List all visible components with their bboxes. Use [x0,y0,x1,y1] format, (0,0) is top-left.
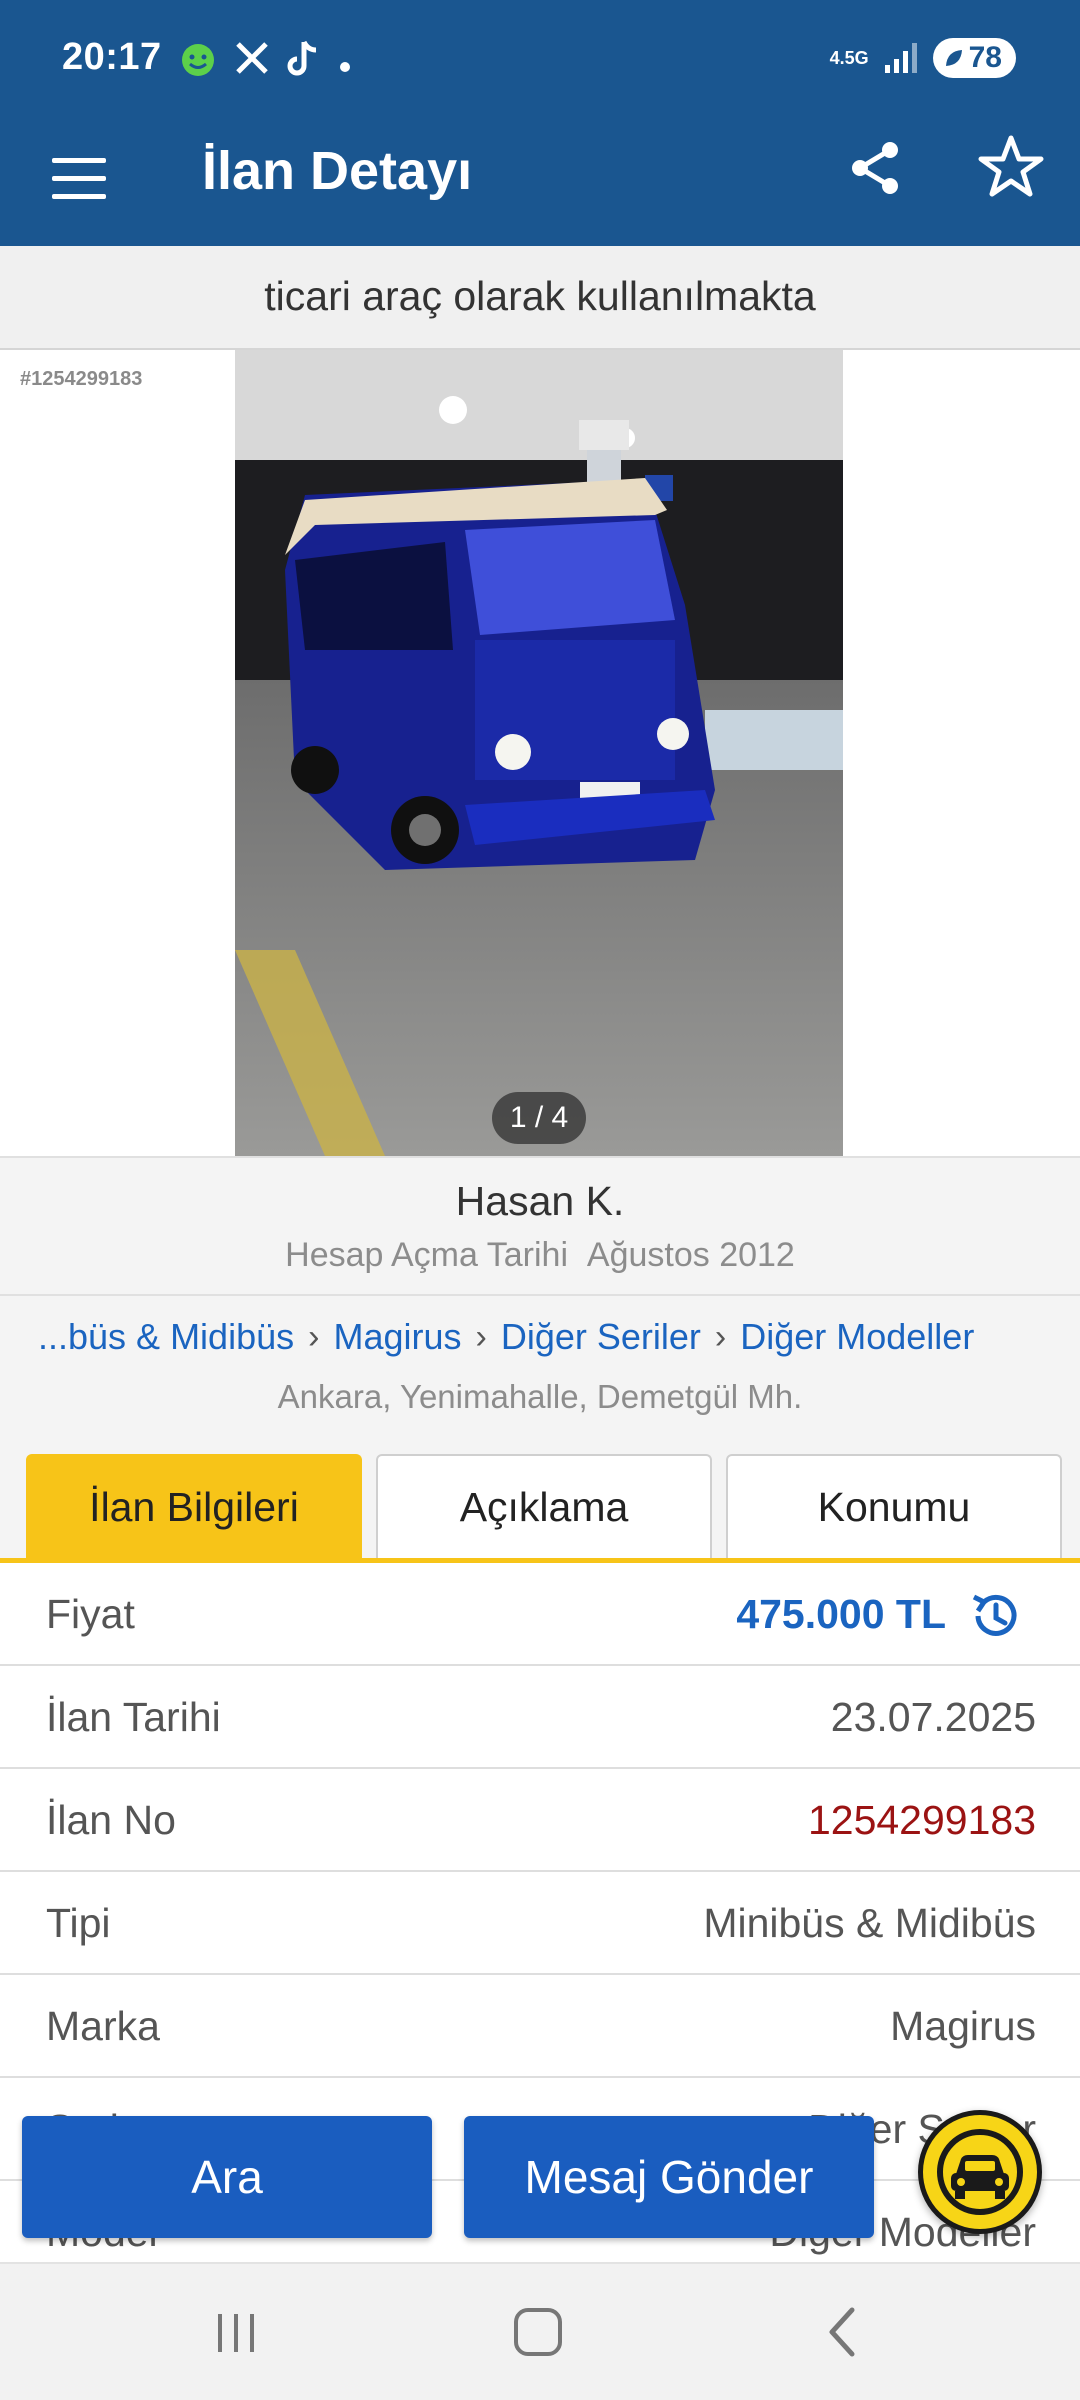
leaf-icon [945,50,962,66]
x-logo-icon [234,40,270,85]
breadcrumb-item-type[interactable]: ...büs & Midibüs [38,1316,294,1358]
price-value: 475.000 TL [736,1591,946,1637]
tab-listing-info[interactable]: İlan Bilgileri [26,1454,362,1560]
breadcrumb-row: ...büs & Midibüs › Magirus › Diğer Seril… [38,1316,974,1358]
info-value: Magirus [890,2003,1036,2049]
info-label: İlan Tarihi [46,1694,221,1740]
recent-apps-icon[interactable] [214,2310,258,2354]
info-label: Marka [46,2003,160,2049]
hamburger-menu-icon[interactable] [52,150,108,206]
status-bar: 20:17 4.5G 78 [0,0,1080,120]
happy-face-icon [178,38,218,87]
info-label: Tipi [46,1900,111,1946]
notification-icons [178,38,352,87]
seller-since-value: Ağustos 2012 [586,1236,795,1274]
toolbar: İlan Detayı [0,120,1080,246]
tab-description[interactable]: Açıklama [376,1454,712,1560]
photo-gallery[interactable]: #1254299183 1 / 4 [0,350,1080,1156]
photo-counter: 1 / 4 [492,1092,586,1144]
favorite-star-icon[interactable] [976,132,1046,202]
share-icon[interactable] [844,136,908,200]
status-right: 4.5G 78 [830,38,1016,78]
listing-number-tag: #1254299183 [20,368,143,390]
home-icon[interactable] [514,2308,562,2356]
send-message-button[interactable]: Mesaj Gönder [464,2116,874,2238]
info-row-date: İlan Tarihi 23.07.2025 [0,1666,1080,1769]
info-label: Fiyat [46,1591,135,1637]
network-indicator: 4.5G [829,48,869,68]
listing-photo[interactable] [235,350,843,1156]
breadcrumb-item-brand[interactable]: Magirus [333,1316,461,1358]
info-value: Minibüs & Midibüs [703,1900,1036,1946]
info-row-price: Fiyat 475.000 TL [0,1563,1080,1666]
seller-since: Hesap Açma Tarihi Ağustos 2012 [0,1236,1080,1275]
back-icon[interactable] [818,2304,868,2360]
page-title: İlan Detayı [202,141,473,201]
call-button[interactable]: Ara [22,2116,432,2238]
car-assistant-button[interactable] [918,2110,1042,2234]
seller-info[interactable]: Hasan K. Hesap Açma Tarihi Ağustos 2012 [0,1156,1080,1296]
info-label: İlan No [46,1797,176,1843]
battery-level: 78 [968,41,1002,74]
detail-tabs: İlan Bilgileri Açıklama Konumu [0,1430,1080,1560]
app-header: 20:17 4.5G 78 İlan Detayı [0,0,1080,246]
chevron-right-icon: › [308,1317,320,1356]
info-row-brand: Marka Magirus [0,1975,1080,2078]
seller-name: Hasan K. [455,1178,625,1224]
car-icon [937,2129,1023,2215]
dot-icon [338,43,352,83]
breadcrumb-item-model[interactable]: Diğer Modeller [740,1316,974,1358]
signal-icon [884,43,917,73]
listing-subtitle: ticari araç olarak kullanılmakta [0,246,1080,350]
price-history-icon[interactable] [968,1589,1022,1643]
battery-indicator: 78 [932,38,1016,78]
tab-location[interactable]: Konumu [726,1454,1062,1560]
tiktok-icon [286,38,322,87]
chevron-right-icon: › [714,1317,727,1356]
info-row-listing-no: İlan No 1254299183 [0,1769,1080,1872]
listing-number-value: 1254299183 [807,1797,1036,1843]
info-row-type: Tipi Minibüs & Midibüs [0,1872,1080,1975]
listing-location: Ankara, Yenimahalle, Demetgül Mh. [277,1378,803,1415]
system-nav-bar [0,2262,1080,2400]
chevron-right-icon: › [475,1317,487,1356]
breadcrumb: ...büs & Midibüs › Magirus › Diğer Seril… [0,1296,1080,1430]
info-value: 23.07.2025 [830,1694,1036,1740]
seller-since-label: Hesap Açma Tarihi [285,1236,568,1274]
status-time: 20:17 [62,36,162,78]
breadcrumb-item-series[interactable]: Diğer Seriler [501,1316,701,1358]
